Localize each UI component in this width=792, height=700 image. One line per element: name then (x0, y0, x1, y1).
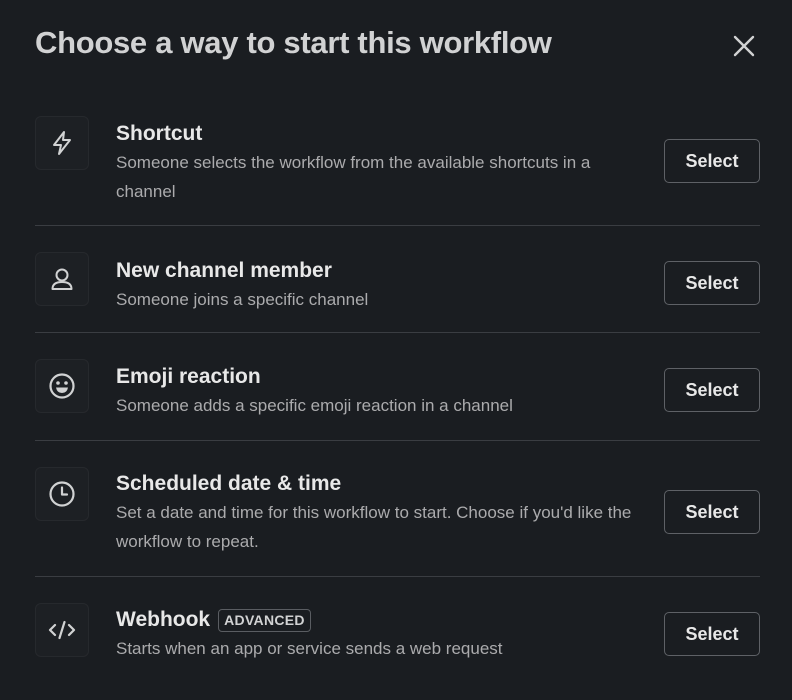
select-new-channel-member-button[interactable]: Select (664, 261, 760, 305)
advanced-badge: ADVANCED (218, 608, 311, 632)
option-title: Shortcut (116, 122, 203, 145)
select-shortcut-button[interactable]: Select (664, 139, 760, 183)
person-icon (35, 252, 89, 306)
close-icon (733, 35, 755, 57)
trigger-option-text: Webhook ADVANCED Starts when an app or s… (116, 606, 646, 663)
workflow-trigger-dialog: Choose a way to start this workflow Shor… (0, 0, 792, 700)
trigger-option-text: Shortcut Someone selects the workflow fr… (116, 120, 646, 206)
trigger-option-text: Emoji reaction Someone adds a specific e… (116, 363, 646, 420)
select-emoji-reaction-button[interactable]: Select (664, 368, 760, 412)
emoji-smile-icon (35, 359, 89, 413)
code-icon (35, 603, 89, 657)
trigger-option-list: Shortcut Someone selects the workflow fr… (35, 107, 760, 697)
close-button[interactable] (728, 30, 760, 62)
option-description: Set a date and time for this workflow to… (116, 503, 632, 551)
select-scheduled-date-time-button[interactable]: Select (664, 490, 760, 534)
option-description: Someone selects the workflow from the av… (116, 153, 591, 201)
trigger-option-scheduled-date-time: Scheduled date & time Set a date and tim… (35, 441, 760, 577)
trigger-option-new-channel-member: New channel member Someone joins a speci… (35, 226, 760, 333)
option-title: Webhook (116, 608, 211, 631)
trigger-option-shortcut: Shortcut Someone selects the workflow fr… (35, 107, 760, 226)
clock-icon (35, 467, 89, 521)
dialog-title: Choose a way to start this workflow (35, 25, 552, 60)
option-description: Someone joins a specific channel (116, 290, 369, 309)
trigger-option-text: New channel member Someone joins a speci… (116, 257, 646, 314)
option-title-row: Webhook ADVANCED (116, 606, 646, 634)
option-title: New channel member (116, 259, 332, 282)
lightning-bolt-icon (35, 116, 89, 170)
trigger-option-text: Scheduled date & time Set a date and tim… (116, 470, 646, 556)
option-description: Starts when an app or service sends a we… (116, 639, 503, 658)
trigger-option-emoji-reaction: Emoji reaction Someone adds a specific e… (35, 333, 760, 441)
trigger-option-webhook: Webhook ADVANCED Starts when an app or s… (35, 577, 760, 697)
option-title: Scheduled date & time (116, 472, 342, 495)
select-webhook-button[interactable]: Select (664, 612, 760, 656)
option-description: Someone adds a specific emoji reaction i… (116, 396, 513, 415)
option-title: Emoji reaction (116, 365, 261, 388)
